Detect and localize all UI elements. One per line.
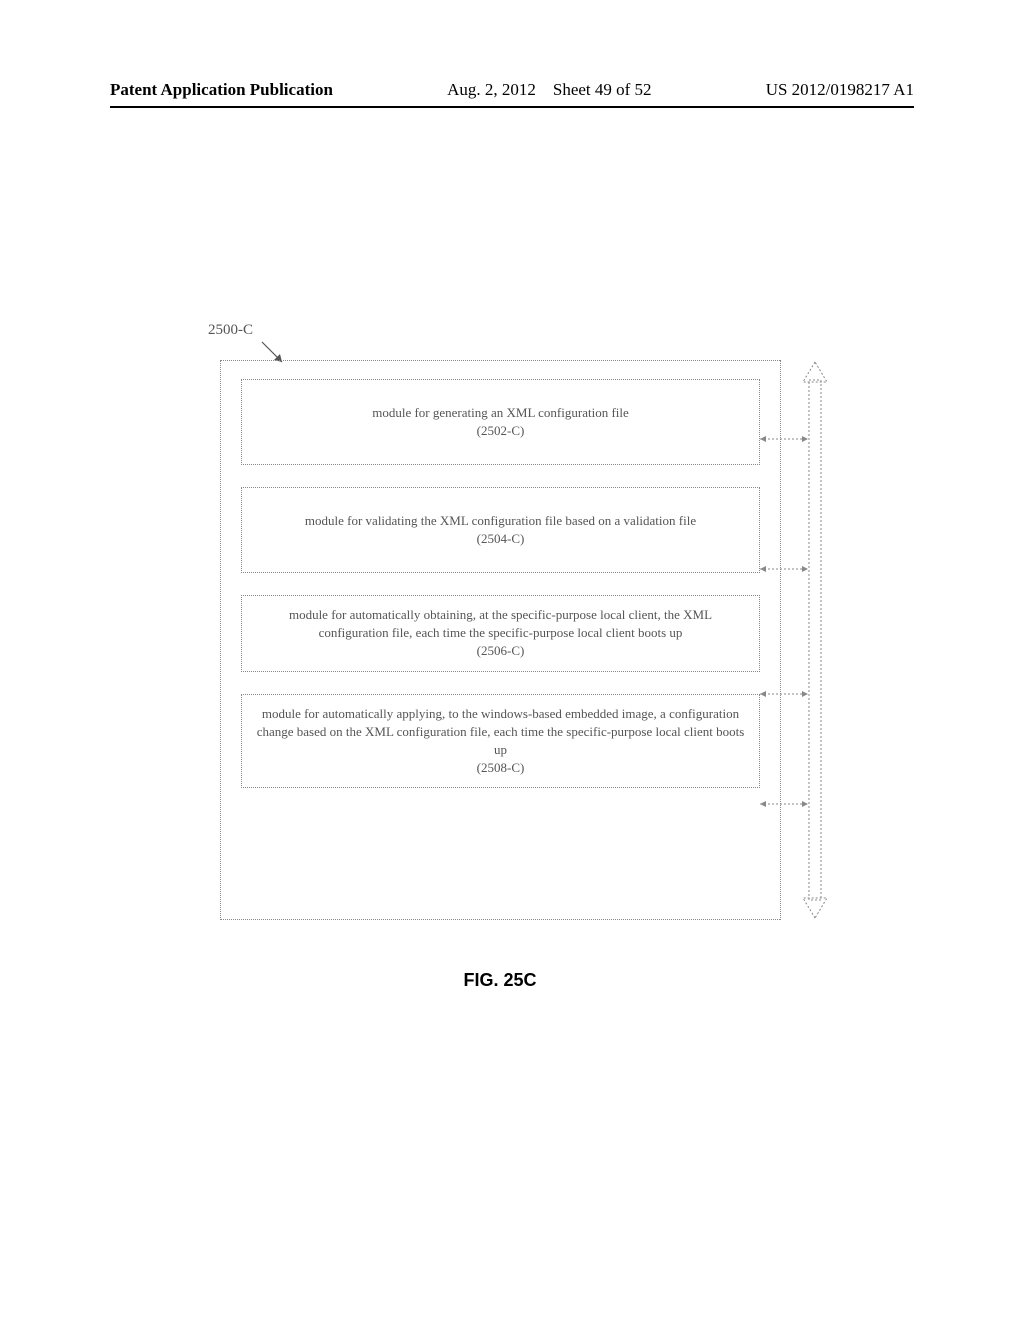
header-publication-type: Patent Application Publication [110, 80, 333, 100]
container-right-edge [779, 360, 781, 920]
header-publication-number: US 2012/0198217 A1 [766, 80, 914, 100]
connector-3 [760, 690, 802, 691]
page-header: Patent Application Publication Aug. 2, 2… [0, 80, 1024, 116]
module-apply-config: module for automatically applying, to th… [241, 694, 760, 789]
module-validate-xml: module for validating the XML configurat… [241, 487, 760, 573]
connector-1 [760, 435, 802, 436]
connector-4 [760, 800, 802, 801]
module-text: module for automatically obtaining, at t… [256, 606, 745, 642]
header-date: Aug. 2, 2012 [447, 80, 536, 99]
data-bus-arrow-icon [795, 360, 835, 920]
module-number: (2508-C) [256, 759, 745, 777]
module-generate-xml: module for generating an XML configurati… [241, 379, 760, 465]
module-number: (2504-C) [256, 530, 745, 548]
module-obtain-xml: module for automatically obtaining, at t… [241, 595, 760, 672]
header-divider [110, 106, 914, 108]
connector-2 [760, 565, 802, 566]
header-sheet: Sheet 49 of 52 [553, 80, 652, 99]
header-date-sheet: Aug. 2, 2012 Sheet 49 of 52 [447, 80, 651, 100]
figure-25c: 2500-C module for generating an XML conf… [220, 330, 830, 890]
module-text: module for generating an XML configurati… [256, 404, 745, 422]
module-number: (2502-C) [256, 422, 745, 440]
module-text: module for validating the XML configurat… [256, 512, 745, 530]
figure-reference-label: 2500-C [208, 322, 253, 339]
patent-page: Patent Application Publication Aug. 2, 2… [0, 0, 1024, 1320]
module-text: module for automatically applying, to th… [256, 705, 745, 760]
figure-caption: FIG. 25C [220, 970, 780, 991]
module-number: (2506-C) [256, 642, 745, 660]
module-container: module for generating an XML configurati… [220, 360, 780, 920]
